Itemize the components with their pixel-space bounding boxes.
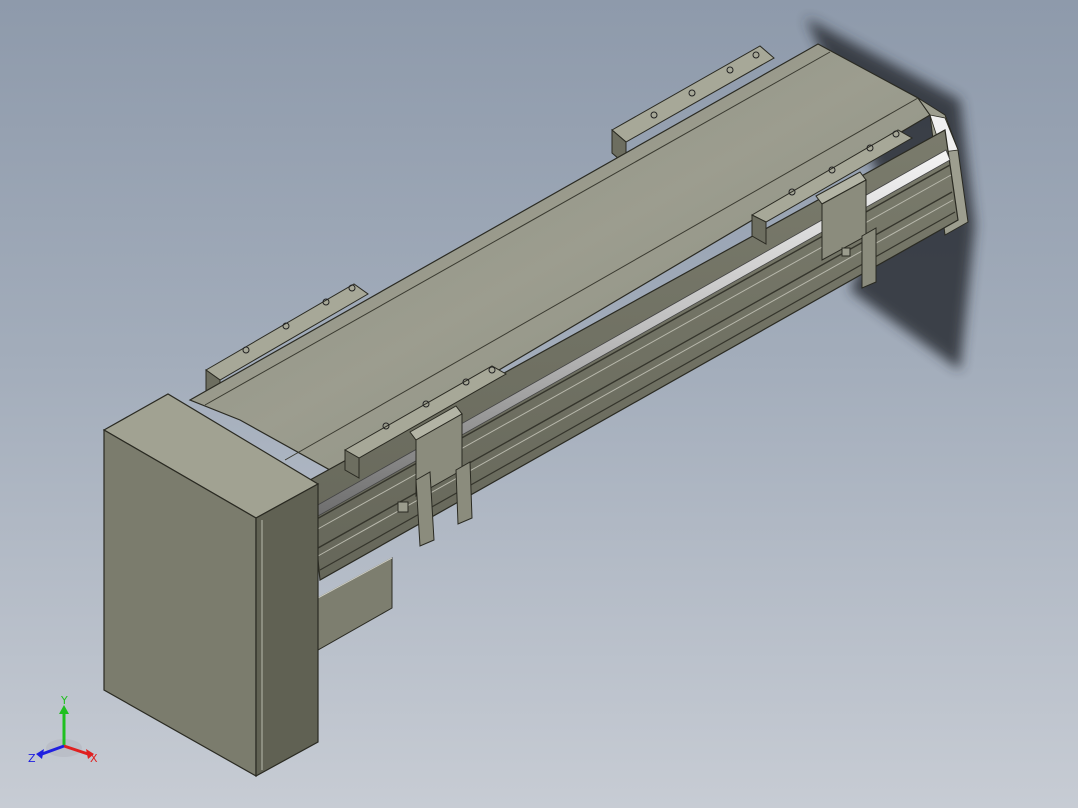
z-axis-label: Z <box>28 752 36 765</box>
x-axis-label: X <box>90 752 98 765</box>
axis-triad: Y X Z <box>28 694 98 765</box>
cad-graphics-viewport[interactable]: Y X Z <box>0 0 1078 808</box>
z-axis-arrowhead <box>36 749 44 759</box>
y-axis-label: Y <box>60 694 68 707</box>
linear-actuator-model[interactable] <box>0 0 1078 808</box>
motor-housing-side <box>255 482 319 778</box>
